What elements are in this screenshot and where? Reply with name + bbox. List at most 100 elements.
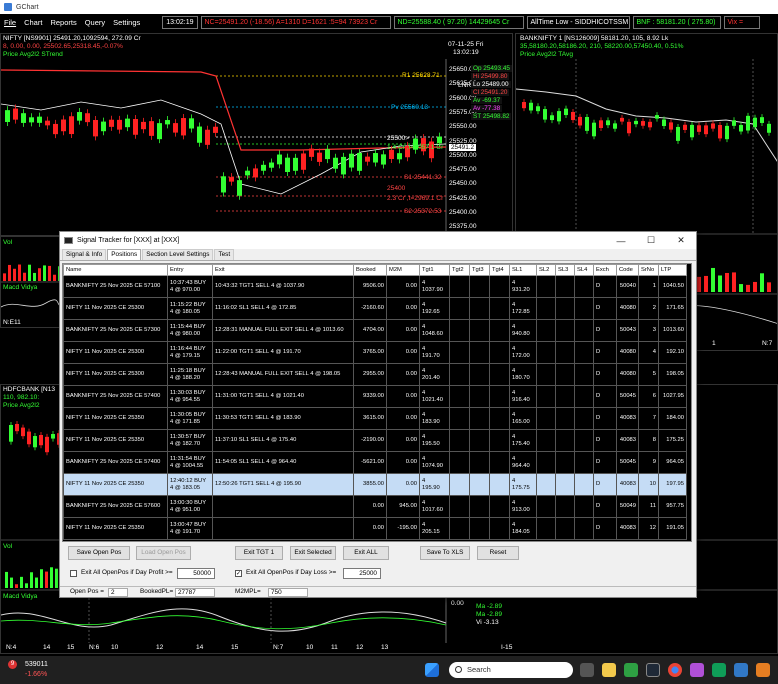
tab-test[interactable]: Test xyxy=(214,249,235,260)
hdfc-symbol-line: HDFCBANK [N13 xyxy=(3,386,56,393)
column-header-booked[interactable]: Booked xyxy=(353,264,387,276)
cell-empty xyxy=(489,473,510,496)
cell-name: NIFTY 11 Nov 2025 CE 25300 xyxy=(63,297,168,320)
table-row[interactable]: NIFTY 11 Nov 2025 CE 25300 11:16:44 BUY 4… xyxy=(63,341,687,364)
table-row[interactable]: NIFTY 11 Nov 2025 CE 25350 11:30:57 BUY 4… xyxy=(63,429,687,452)
day-profit-checkbox[interactable] xyxy=(70,570,77,577)
candle xyxy=(221,176,226,193)
reset-button[interactable]: Reset xyxy=(477,546,519,560)
tab-positions[interactable]: Positions xyxy=(107,249,142,260)
ticker-nd[interactable]: ND=25588.40 ( 97.20) 14429645 Cr xyxy=(393,16,524,29)
booked-pl-label: BookedPL= xyxy=(140,588,174,595)
table-row[interactable]: NIFTY 11 Nov 2025 CE 25350 12:40:12 BUY 4… xyxy=(63,473,687,496)
tab-section-level-settings[interactable]: Section Level Settings xyxy=(142,249,214,260)
app-icon-orange[interactable] xyxy=(756,663,770,677)
column-header-sl3[interactable]: SL3 xyxy=(555,264,575,276)
taskbar-search-box[interactable]: Search xyxy=(449,662,573,678)
column-header-tgt3[interactable]: Tgt3 xyxy=(469,264,490,276)
hdfc-x-tick: N:6 xyxy=(89,644,100,651)
day-loss-checkbox[interactable]: ✓ xyxy=(235,570,242,577)
nifty-volume-pane[interactable]: Vol Macd Vidya N:E11 xyxy=(0,236,60,328)
menu-chart[interactable]: Chart xyxy=(23,18,43,27)
save-to-xls-button[interactable]: Save To XLS xyxy=(420,546,470,560)
table-row[interactable]: NIFTY 11 Nov 2025 CE 25350 13:00:47 BUY 4… xyxy=(63,517,687,540)
cell-code: 50043 xyxy=(616,319,639,342)
positions-grid[interactable]: Name Entry Exit Booked M2M Tgt1 Tgt2 Tgt3 Tgt4 SL… xyxy=(62,263,692,542)
chrome-icon[interactable] xyxy=(668,663,682,677)
calculator-icon[interactable] xyxy=(624,663,638,677)
column-header-ltp[interactable]: LTP xyxy=(658,264,687,276)
table-row[interactable]: BANKNIFTY 25 Nov 2025 CE 57100 10:37:43 B… xyxy=(63,275,687,298)
notification-badge[interactable]: 9 xyxy=(8,660,17,669)
column-header-srno[interactable]: SrNo xyxy=(638,264,659,276)
cell-empty xyxy=(574,473,594,496)
day-loss-input[interactable]: 25000 xyxy=(343,568,381,579)
ticker-alltime-low[interactable]: AllTime Low - SIDDHICOTSSM xyxy=(526,16,630,29)
ticker-nc[interactable]: NC=25491.20 (-18.56) A=1310 D=1621 :5=94… xyxy=(200,16,391,29)
exit-tgt1-button[interactable]: Exit TGT 1 xyxy=(235,546,283,560)
table-row[interactable]: BANKNIFTY 25 Nov 2025 CE 57300 11:15:44 B… xyxy=(63,319,687,342)
column-header-entry[interactable]: Entry xyxy=(167,264,213,276)
cell-booked: -2190.00 xyxy=(353,429,387,452)
table-row[interactable]: NIFTY 11 Nov 2025 CE 25350 11:30:05 BUY 4… xyxy=(63,407,687,430)
cell-empty xyxy=(574,363,594,386)
stock-widget-value[interactable]: 539011 xyxy=(25,661,48,668)
column-header-name[interactable]: Name xyxy=(63,264,168,276)
nifty-chart-pane[interactable]: NIFTY [NS9901] 25491.20,1092594, 272.09 … xyxy=(0,33,513,236)
start-menu-icon[interactable] xyxy=(425,663,439,677)
column-header-exit[interactable]: Exit xyxy=(212,264,354,276)
cell-empty xyxy=(489,451,510,474)
candle xyxy=(711,123,715,129)
table-row[interactable]: BANKNIFTY 25 Nov 2025 CE 57400 11:31:54 B… xyxy=(63,451,687,474)
column-header-code[interactable]: Code xyxy=(616,264,639,276)
column-header-tgt2[interactable]: Tgt2 xyxy=(449,264,470,276)
close-icon[interactable]: ✕ xyxy=(666,235,696,246)
table-row[interactable]: BANKNIFTY 25 Nov 2025 CE 57400 11:30:03 B… xyxy=(63,385,687,408)
maximize-icon[interactable]: ☐ xyxy=(636,235,666,246)
app-icon-purple[interactable] xyxy=(690,663,704,677)
ticker-vix[interactable]: Vix = xyxy=(723,16,760,29)
cell-empty xyxy=(536,319,556,342)
column-header-exch[interactable]: Exch xyxy=(593,264,617,276)
cell-entry: 11:30:03 BUY 4 @ 954.55 xyxy=(167,385,213,408)
cell-empty xyxy=(449,275,470,298)
candle xyxy=(85,113,90,123)
nifty-price-chart[interactable] xyxy=(1,34,513,236)
terminal-icon[interactable] xyxy=(646,663,660,677)
cell-name: NIFTY 11 Nov 2025 CE 25350 xyxy=(63,429,168,452)
menu-settings[interactable]: Settings xyxy=(112,18,141,27)
load-open-pos-button[interactable]: Load Open Pos xyxy=(136,546,191,560)
column-header-m2m[interactable]: M2M xyxy=(386,264,420,276)
ticker-bnf[interactable]: BNF : 58181.20 ( 275.80) xyxy=(632,16,721,29)
cell-empty xyxy=(536,495,556,518)
tab-signal-info[interactable]: Signal & Info xyxy=(62,249,107,260)
nifty-s1-level: S1 25441.32 xyxy=(404,174,442,181)
candle xyxy=(381,154,386,165)
exit-all-button[interactable]: Exit ALL xyxy=(343,546,389,560)
nifty-ohlc-item: Hi 25499.80 xyxy=(471,73,510,80)
save-open-pos-button[interactable]: Save Open Pos xyxy=(68,546,130,560)
menu-query[interactable]: Query xyxy=(84,18,106,27)
table-row[interactable]: BANKNIFTY 25 Nov 2025 CE 57600 13:00:30 B… xyxy=(63,495,687,518)
column-header-sl2[interactable]: SL2 xyxy=(536,264,556,276)
table-row[interactable]: NIFTY 11 Nov 2025 CE 25300 11:15:22 BUY 4… xyxy=(63,297,687,320)
column-header-sl1[interactable]: SL1 xyxy=(509,264,537,276)
m2m-pl-value: 750 xyxy=(268,588,308,597)
table-row[interactable]: NIFTY 11 Nov 2025 CE 25300 11:25:18 BUY 4… xyxy=(63,363,687,386)
vscode-icon[interactable] xyxy=(734,663,748,677)
menu-file[interactable]: File xyxy=(3,18,17,27)
cell-m2m: 945.00 xyxy=(386,495,420,518)
menu-reports[interactable]: Reports xyxy=(49,18,77,27)
app-icon-green[interactable] xyxy=(712,663,726,677)
day-profit-input[interactable]: 50000 xyxy=(177,568,215,579)
column-header-sl4[interactable]: SL4 xyxy=(574,264,594,276)
nifty-s2-level: S2 25372.53 xyxy=(404,208,442,215)
cell-empty xyxy=(536,473,556,496)
column-header-tgt1[interactable]: Tgt1 xyxy=(419,264,450,276)
column-header-tgt4[interactable]: Tgt4 xyxy=(489,264,510,276)
task-view-icon[interactable] xyxy=(580,663,594,677)
nifty-symbol-line: NIFTY [NS9901] 25491.20,1092594, 272.09 … xyxy=(3,35,141,42)
file-explorer-icon[interactable] xyxy=(602,663,616,677)
minimize-icon[interactable]: — xyxy=(606,236,636,246)
exit-selected-button[interactable]: Exit Selected xyxy=(290,546,336,560)
